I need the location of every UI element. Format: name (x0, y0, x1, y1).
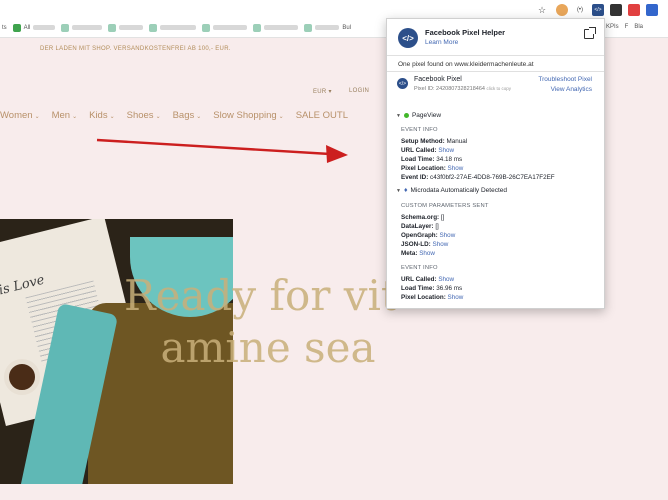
bookmark-icon (12, 23, 21, 32)
blurred-label (72, 25, 103, 30)
extension-icon[interactable] (610, 4, 622, 16)
bookmark-icon (149, 23, 158, 32)
browser-toolbar: ☆ (•) </> (0, 0, 668, 18)
bookmark[interactable] (61, 23, 103, 32)
kv-row: JSON-LD: Show (401, 241, 449, 248)
popup-title: Facebook Pixel Helper (425, 28, 506, 37)
nav-item-men[interactable]: Men ⌄ (52, 110, 78, 121)
show-link[interactable]: Show (433, 241, 449, 248)
promo-banner: DER LADEN MIT SHOP. VERSANDKOSTENFREI AB… (40, 46, 231, 52)
currency-selector[interactable]: EUR ▾ (313, 88, 332, 95)
chevron-down-icon: ⌄ (72, 114, 78, 120)
bookmark[interactable] (108, 23, 144, 32)
kv-row: Pixel Location: Show (401, 165, 464, 172)
bookmark-icon (108, 23, 117, 32)
bookmark[interactable] (253, 23, 299, 32)
kv-row: Load Time: 34.18 ms (401, 156, 463, 163)
popup-header: </> Facebook Pixel Helper Learn More (387, 19, 604, 56)
main-nav: Women ⌄ Men ⌄ Kids ⌄ Shoes ⌄ Bags ⌄ Slow Shop… (0, 110, 348, 121)
troubleshoot-pixel-link[interactable]: Troubleshoot Pixel (538, 76, 592, 83)
login-link[interactable]: LOGIN (349, 88, 369, 94)
expand-triangle-icon: ▼ (396, 187, 401, 194)
profile-avatar[interactable] (556, 4, 568, 16)
kv-row: Pixel Location: Show (401, 294, 464, 301)
learn-more-link[interactable]: Learn More (425, 39, 458, 46)
show-link[interactable]: Show (419, 250, 435, 257)
bookmark-bla[interactable]: Bla (634, 24, 643, 30)
kv-row: Schema.org: [] (401, 214, 445, 221)
nav-item-women[interactable]: Women ⌄ (0, 110, 40, 121)
open-external-icon[interactable] (584, 27, 596, 39)
nav-item-sale[interactable]: SALE OUTL (296, 110, 348, 121)
nav-item-bags[interactable]: Bags ⌄ (173, 110, 202, 121)
pixel-helper-extension-icon[interactable]: </> (592, 4, 604, 16)
show-link[interactable]: Show (438, 147, 454, 154)
bookmark[interactable]: Bul (304, 23, 351, 32)
kv-row: Setup Method: Manual (401, 138, 468, 145)
pixel-helper-popup: </> Facebook Pixel Helper Learn More One… (386, 18, 605, 309)
view-analytics-link[interactable]: View Analytics (551, 86, 592, 93)
show-link[interactable]: Show (438, 276, 454, 283)
bookmark-icon (61, 23, 70, 32)
kv-row: URL Called: Show (401, 276, 455, 283)
bookmark[interactable] (149, 23, 197, 32)
show-link[interactable]: Show (448, 165, 464, 172)
kv-row: URL Called: Show (401, 147, 455, 154)
show-link[interactable]: Show (439, 232, 455, 239)
event-microdata[interactable]: ▼ ♦ Microdata Automatically Detected (396, 187, 507, 194)
chevron-down-icon: ⌄ (278, 114, 284, 120)
bookmark-icon (202, 23, 211, 32)
chevron-down-icon: ⌄ (155, 114, 161, 120)
pixel-name: Facebook Pixel (414, 76, 462, 83)
pixel-helper-logo-icon: </> (398, 28, 418, 48)
bookmark-icon (304, 23, 313, 32)
kv-row: DataLayer: [] (401, 223, 439, 230)
pixel-id[interactable]: Pixel ID: 2420807328218464 click to copy (414, 86, 511, 92)
kv-row: OpenGraph: Show (401, 232, 456, 239)
bookmark-kpis[interactable]: KPIs (606, 24, 619, 30)
extension-icon[interactable]: (•) (574, 4, 586, 16)
nav-item-kids[interactable]: Kids ⌄ (89, 110, 115, 121)
kv-row: Meta: Show (401, 250, 435, 257)
chevron-down-icon: ⌄ (109, 114, 115, 120)
nav-item-slow-shopping[interactable]: Slow Shopping ⌄ (213, 110, 283, 121)
pixels-found-text: One pixel found on www.kleidermachenleut… (387, 56, 604, 72)
chevron-down-icon: ⌄ (34, 114, 40, 120)
bookmark-icon (253, 23, 262, 32)
event-info-heading: EVENT INFO (401, 127, 438, 133)
info-diamond-icon: ♦ (403, 187, 408, 194)
blurred-label (213, 25, 248, 30)
blurred-label (315, 25, 340, 30)
kv-row: Load Time: 36.96 ms (401, 285, 463, 292)
blurred-label (160, 25, 197, 30)
event-pageview[interactable]: ▼ PageView (396, 112, 441, 119)
bookmark[interactable]: All (12, 23, 56, 32)
blurred-label (119, 25, 144, 30)
expand-triangle-icon: ▼ (396, 112, 401, 119)
show-link[interactable]: Show (448, 294, 464, 301)
pixel-icon: </> (397, 78, 408, 89)
extension-icon[interactable] (646, 4, 658, 16)
star-icon[interactable]: ☆ (536, 4, 548, 16)
blurred-label (264, 25, 299, 30)
bookmarks-right: KPIs F Bla (606, 24, 643, 30)
coffee-cup (4, 359, 40, 395)
blurred-label (33, 25, 56, 30)
pixel-row: </> Facebook Pixel Pixel ID: 24208073282… (387, 72, 604, 98)
bookmark[interactable]: ts (2, 25, 7, 31)
extension-icon[interactable] (628, 4, 640, 16)
nav-item-shoes[interactable]: Shoes ⌄ (127, 110, 161, 121)
hero-headline: Ready for vit- amine sea (124, 271, 412, 372)
event-info-heading: EVENT INFO (401, 265, 438, 271)
success-check-icon (403, 113, 409, 118)
bookmark[interactable] (202, 23, 248, 32)
kv-row: Event ID: c43f0bf2-27AE-4DD8-769B-26C7EA… (401, 174, 555, 181)
custom-params-heading: CUSTOM PARAMETERS SENT (401, 203, 489, 209)
bookmark-f[interactable]: F (625, 24, 629, 30)
chevron-down-icon: ⌄ (196, 114, 202, 120)
copy-hint: click to copy (486, 86, 511, 91)
